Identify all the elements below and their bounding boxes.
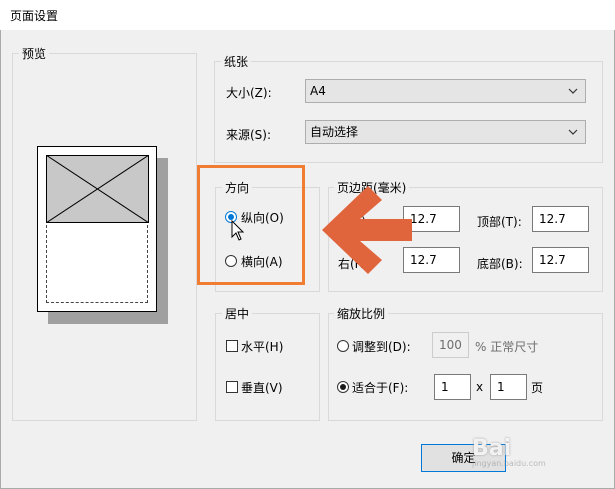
chevron-down-icon — [568, 129, 578, 135]
preview-legend: 预览 — [19, 45, 50, 62]
margin-bottom-label: 底部(B): — [477, 257, 523, 271]
watermark: Bai jingyan.baidu.com — [472, 436, 546, 476]
adjust-percent-input[interactable]: 100 — [432, 332, 469, 358]
adjust-percent-suffix: % 正常尺寸 — [475, 340, 539, 354]
fit-to-label[interactable]: 适合于(F): — [352, 379, 408, 396]
fit-pages-suffix: 页 — [531, 381, 544, 395]
paper-source-label: 来源(S): — [226, 128, 272, 142]
watermark-sub: jingyan.baidu.com — [472, 459, 546, 468]
paper-source-select[interactable]: 自动选择 — [305, 120, 586, 144]
center-legend: 居中 — [222, 305, 253, 322]
paper-legend: 纸张 — [221, 53, 252, 70]
vertical-label[interactable]: 垂直(V) — [241, 379, 283, 396]
vertical-checkbox[interactable] — [226, 381, 238, 393]
scaling-group — [328, 313, 603, 421]
chevron-down-icon — [568, 88, 578, 94]
window-title: 页面设置 — [10, 9, 59, 23]
paper-size-value: A4 — [310, 84, 326, 98]
center-group — [215, 313, 320, 421]
fit-times-label: x — [476, 380, 484, 394]
paper-source-value: 自动选择 — [310, 125, 359, 139]
fit-tall-input[interactable]: 1 — [490, 374, 527, 400]
paper-size-label: 大小(Z): — [226, 86, 272, 100]
fit-wide-input[interactable]: 1 — [434, 374, 471, 400]
scaling-legend: 缩放比例 — [334, 305, 389, 322]
margin-bottom-input[interactable]: 12.7 — [532, 247, 589, 273]
margin-top-label: 顶部(T): — [477, 215, 522, 229]
paper-group — [214, 61, 603, 163]
paper-size-select[interactable]: A4 — [305, 79, 586, 103]
adjust-to-label[interactable]: 调整到(D): — [352, 338, 411, 355]
horizontal-label[interactable]: 水平(H) — [241, 338, 283, 355]
annotation-arrow-icon — [322, 186, 412, 274]
picture-placeholder-icon — [46, 155, 149, 223]
page-preview — [37, 146, 157, 312]
fit-to-radio[interactable] — [337, 381, 349, 393]
margin-top-input[interactable]: 12.7 — [532, 206, 589, 232]
watermark-text: Bai — [472, 436, 512, 461]
horizontal-checkbox[interactable] — [226, 340, 238, 352]
title-bar[interactable]: 页面设置 — [0, 0, 615, 30]
orientation-highlight — [197, 165, 305, 285]
adjust-to-radio[interactable] — [337, 340, 349, 352]
